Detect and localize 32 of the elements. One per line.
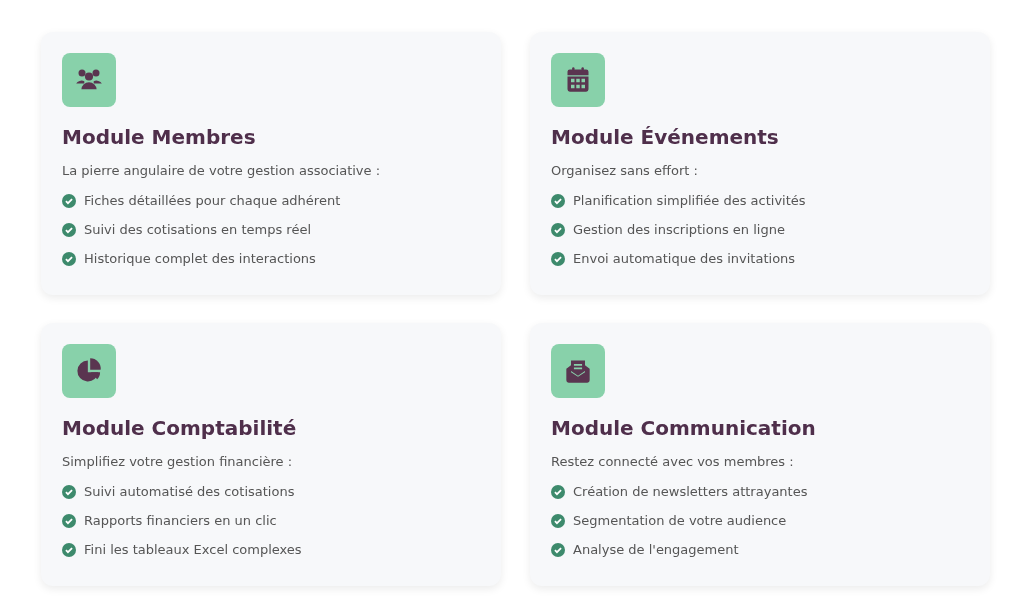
feature-text: Envoi automatique des invitations xyxy=(573,250,796,268)
module-intro: Restez connecté avec vos membres : xyxy=(551,453,795,471)
check-circle-icon xyxy=(551,514,565,528)
module-title: Module Comptabilité xyxy=(62,415,298,442)
feature-text: Gestion des inscriptions en ligne xyxy=(573,221,785,239)
feature-text: Historique complet des interactions xyxy=(84,250,316,268)
check-circle-icon xyxy=(62,194,76,208)
module-intro: Organisez sans effort : xyxy=(551,162,699,180)
check-circle-icon xyxy=(62,252,76,266)
feature-text: Fini les tableaux Excel complexes xyxy=(84,541,302,559)
feature-text: Suivi des cotisations en temps réel xyxy=(84,221,311,239)
check-circle-icon xyxy=(551,194,565,208)
module-intro: La pierre angulaire de votre gestion associative : xyxy=(62,162,382,180)
feature-text: Suivi automatisé des cotisations xyxy=(84,483,295,501)
check-circle-icon xyxy=(551,252,565,266)
check-circle-icon xyxy=(551,543,565,557)
feature-text: Planification simplifiée des activités xyxy=(573,192,806,210)
feature-text: Segmentation de votre audience xyxy=(573,512,787,530)
feature-text: Création de newsletters attrayantes xyxy=(573,483,808,501)
feature-text: Fiches détaillées pour chaque adhérent xyxy=(84,192,341,210)
module-title: Module Événements xyxy=(551,124,780,151)
module-title: Module Membres xyxy=(62,124,257,151)
check-circle-icon xyxy=(62,485,76,499)
check-circle-icon xyxy=(62,223,76,237)
check-circle-icon xyxy=(551,223,565,237)
check-circle-icon xyxy=(62,514,76,528)
feature-text: Rapports financiers en un clic xyxy=(84,512,277,530)
module-title: Module Communication xyxy=(551,415,817,442)
feature-text: Analyse de l'engagement xyxy=(573,541,739,559)
check-circle-icon xyxy=(62,543,76,557)
module-intro: Simplifiez votre gestion financière : xyxy=(62,453,294,471)
check-circle-icon xyxy=(551,485,565,499)
